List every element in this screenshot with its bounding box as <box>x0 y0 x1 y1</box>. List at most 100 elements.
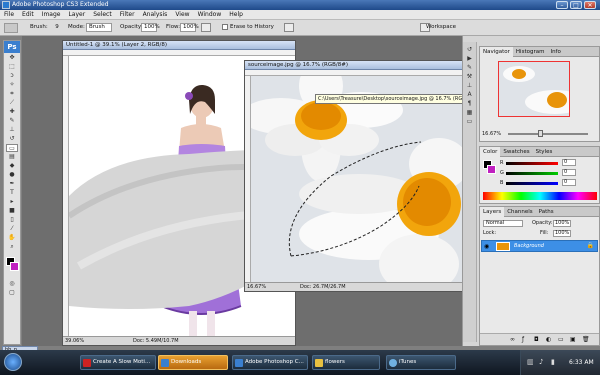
new-layer-icon[interactable]: ▣ <box>570 336 576 343</box>
taskbar-item-photoshop[interactable]: Adobe Photoshop C... <box>232 355 308 370</box>
taskbar-item-downloads[interactable]: Downloads <box>158 355 228 370</box>
menu-file[interactable]: File <box>0 10 18 20</box>
tab-swatches[interactable]: Swatches <box>500 147 532 157</box>
tab-layers[interactable]: Layers <box>480 207 505 217</box>
menu-analysis[interactable]: Analysis <box>139 10 172 20</box>
start-orb-icon[interactable] <box>4 353 22 371</box>
visibility-eye-icon[interactable]: ◉ <box>484 243 489 250</box>
history-panel-icon[interactable]: ↺ <box>464 46 476 54</box>
tab-paths[interactable]: Paths <box>536 207 557 217</box>
mode-select[interactable]: Brush <box>86 23 112 32</box>
hand-tool-icon[interactable]: ✋ <box>6 234 18 242</box>
slice-tool-icon[interactable]: ⟋ <box>6 99 18 107</box>
delete-layer-icon[interactable]: 🗑 <box>582 336 590 343</box>
actions-panel-icon[interactable]: ▶ <box>464 55 476 63</box>
clone-source-icon[interactable]: ⊥ <box>464 82 476 90</box>
zoom-slider-handle[interactable] <box>538 130 543 137</box>
layer-opacity-input[interactable]: 100% <box>553 220 571 227</box>
screen-mode-icon[interactable]: ▢ <box>6 289 18 297</box>
path-selection-tool-icon[interactable]: ▸ <box>6 198 18 206</box>
network-icon[interactable]: ▥ <box>527 358 534 366</box>
lasso-tool-icon[interactable]: ↄ <box>6 72 18 80</box>
brush-size-picker[interactable]: 9 <box>52 23 62 32</box>
r-input[interactable]: 0 <box>562 159 576 166</box>
paragraph-panel-icon[interactable]: ¶ <box>464 100 476 108</box>
zoom-slider[interactable] <box>508 133 588 135</box>
menu-edit[interactable]: Edit <box>18 10 38 20</box>
history-brush-tool-icon[interactable]: ↺ <box>6 135 18 143</box>
document-title[interactable]: sourceimage.jpg @ 16.7% (RGB/8#) <box>245 61 463 70</box>
menu-view[interactable]: View <box>171 10 193 20</box>
menu-help[interactable]: Help <box>225 10 247 20</box>
magic-wand-tool-icon[interactable]: ✧ <box>6 81 18 89</box>
blur-tool-icon[interactable]: ◆ <box>6 162 18 170</box>
taskbar-item-create-slow-motion[interactable]: Create A Slow Moti... <box>80 355 156 370</box>
document-title[interactable]: Untitled-1 @ 39.1% (Layer 2, RGB/8) <box>63 41 295 50</box>
eraser-tool-icon[interactable]: ▭ <box>6 144 18 152</box>
document-window-sourceimage[interactable]: sourceimage.jpg @ 16.7% (RGB/8#) 16.67% … <box>244 60 480 292</box>
maximize-button[interactable]: □ <box>570 1 582 9</box>
g-slider[interactable] <box>506 172 558 175</box>
flow-input[interactable]: 100% <box>180 23 199 32</box>
shape-tool-icon[interactable]: ■ <box>6 207 18 215</box>
menu-select[interactable]: Select <box>89 10 116 20</box>
r-slider[interactable] <box>506 162 558 165</box>
navigator-thumbnail[interactable] <box>498 61 570 117</box>
type-tool-icon[interactable]: T <box>6 189 18 197</box>
erase-history-checkbox[interactable] <box>222 24 228 30</box>
clock[interactable]: 6:33 AM <box>569 359 594 366</box>
g-input[interactable]: 0 <box>562 169 576 176</box>
link-layers-icon[interactable]: ∞ <box>510 336 515 343</box>
gradient-tool-icon[interactable]: ▤ <box>6 153 18 161</box>
menu-layer[interactable]: Layer <box>64 10 89 20</box>
color-spectrum-bar[interactable] <box>483 192 597 200</box>
power-icon[interactable]: ▮ <box>551 358 555 366</box>
workspace-menu[interactable]: Workspace <box>426 23 456 32</box>
eraser-tool-preset-icon[interactable] <box>4 23 18 33</box>
notes-tool-icon[interactable]: ▯ <box>6 216 18 224</box>
layer-name[interactable]: Background <box>514 243 544 249</box>
layer-style-icon[interactable]: ƒ <box>522 336 524 343</box>
background-color-swatch[interactable] <box>10 262 19 271</box>
taskbar-item-itunes[interactable]: iTunes <box>386 355 456 370</box>
character-panel-icon[interactable]: A <box>464 91 476 99</box>
opacity-input[interactable]: 100% <box>141 23 160 32</box>
zoom-tool-icon[interactable]: ⌕ <box>6 243 18 251</box>
crop-tool-icon[interactable]: ⌗ <box>6 90 18 98</box>
b-slider[interactable] <box>506 182 558 185</box>
zoom-level[interactable]: 39.06% <box>65 337 84 345</box>
quick-mask-icon[interactable]: ◎ <box>6 280 18 288</box>
clone-stamp-tool-icon[interactable]: ⊥ <box>6 126 18 134</box>
tab-styles[interactable]: Styles <box>533 147 556 157</box>
taskbar-item-flowers[interactable]: flowers <box>312 355 380 370</box>
menu-image[interactable]: Image <box>38 10 65 20</box>
tab-histogram[interactable]: Histogram <box>513 47 548 57</box>
fill-input[interactable]: 100% <box>553 230 571 237</box>
menu-filter[interactable]: Filter <box>116 10 139 20</box>
pen-tool-icon[interactable]: ✒ <box>6 180 18 188</box>
layer-comps-icon[interactable]: ▦ <box>464 109 476 117</box>
zoom-level[interactable]: 16.67% <box>247 283 266 291</box>
volume-icon[interactable]: ♪ <box>539 358 543 366</box>
tab-channels[interactable]: Channels <box>504 207 535 217</box>
new-group-icon[interactable]: ▭ <box>558 336 564 343</box>
animation-panel-icon[interactable]: ▭ <box>464 118 476 126</box>
eyedropper-tool-icon[interactable]: ⁄ <box>6 225 18 233</box>
blend-mode-select[interactable]: Normal <box>483 220 523 227</box>
dodge-tool-icon[interactable]: ● <box>6 171 18 179</box>
layer-row-background[interactable]: ◉ Background 🔒 <box>481 240 598 252</box>
canvas-sourceimage[interactable] <box>251 76 463 282</box>
brush-tool-icon[interactable]: ✎ <box>6 117 18 125</box>
b-input[interactable]: 0 <box>562 179 576 186</box>
adjustment-layer-icon[interactable]: ◐ <box>546 336 551 343</box>
navigator-zoom[interactable]: 16.67% <box>482 131 501 137</box>
tab-color[interactable]: Color <box>480 147 501 157</box>
minimize-button[interactable]: – <box>556 1 568 9</box>
move-tool-icon[interactable]: ✥ <box>6 54 18 62</box>
tool-presets-icon[interactable]: ⚒ <box>464 73 476 81</box>
healing-brush-tool-icon[interactable]: ✚ <box>6 108 18 116</box>
airbrush-toggle-icon[interactable] <box>201 23 211 32</box>
close-button[interactable]: ✕ <box>584 1 596 9</box>
layer-mask-icon[interactable]: ◘ <box>534 336 539 343</box>
tablet-pressure-icon[interactable] <box>284 23 294 32</box>
